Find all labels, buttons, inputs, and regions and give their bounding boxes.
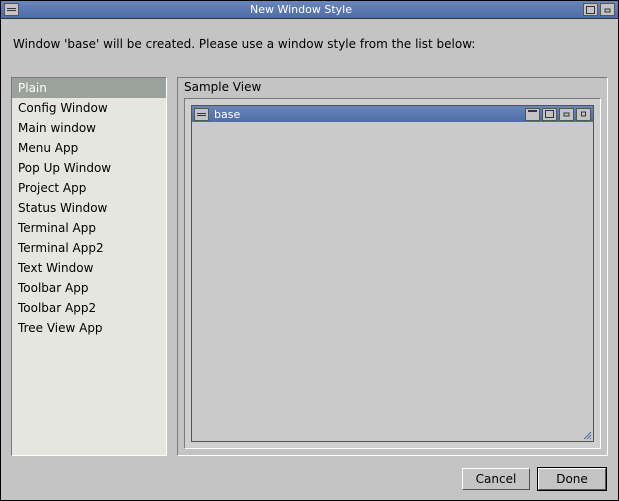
list-item[interactable]: Config Window	[12, 98, 166, 118]
done-button[interactable]: Done	[538, 468, 606, 490]
preview-close-button[interactable]	[576, 108, 591, 121]
cancel-button[interactable]: Cancel	[462, 468, 530, 490]
button-bar: Cancel Done	[11, 466, 608, 490]
list-item[interactable]: Pop Up Window	[12, 158, 166, 178]
window-title: New Window Style	[20, 3, 582, 16]
preview-maximize-button[interactable]	[542, 108, 557, 121]
list-item[interactable]: Project App	[12, 178, 166, 198]
preview-client-area	[192, 122, 593, 441]
list-item[interactable]: Main window	[12, 118, 166, 138]
maximize-button[interactable]	[583, 3, 598, 16]
list-item[interactable]: Terminal App	[12, 218, 166, 238]
list-item[interactable]: Plain	[12, 78, 166, 98]
instruction-text: Window 'base' will be created. Please us…	[11, 29, 608, 67]
list-item[interactable]: Menu App	[12, 138, 166, 158]
style-list[interactable]: PlainConfig WindowMain windowMenu AppPop…	[11, 77, 167, 456]
preview-titlebar: base	[192, 106, 593, 122]
list-item[interactable]: Toolbar App	[12, 278, 166, 298]
titlebar: New Window Style	[1, 1, 618, 19]
list-item[interactable]: Text Window	[12, 258, 166, 278]
dialog-window: New Window Style Window 'base' will be c…	[0, 0, 619, 501]
dialog-body: Window 'base' will be created. Please us…	[1, 19, 618, 500]
sample-canvas: base	[184, 98, 601, 449]
list-item[interactable]: Toolbar App2	[12, 298, 166, 318]
preview-window-menu-button[interactable]	[194, 108, 209, 121]
preview-window-title: base	[210, 108, 524, 121]
sample-view-panel: Sample View base	[177, 77, 608, 456]
window-menu-button[interactable]	[4, 3, 19, 16]
list-item[interactable]: Tree View App	[12, 318, 166, 338]
panels: PlainConfig WindowMain windowMenu AppPop…	[11, 77, 608, 456]
preview-shade-button[interactable]	[525, 108, 540, 121]
preview-minimize-button[interactable]	[559, 108, 574, 121]
list-item[interactable]: Status Window	[12, 198, 166, 218]
resize-grip-icon[interactable]	[582, 430, 592, 440]
preview-window: base	[191, 105, 594, 442]
minimize-button[interactable]	[600, 3, 615, 16]
sample-view-label: Sample View	[178, 78, 607, 96]
list-item[interactable]: Terminal App2	[12, 238, 166, 258]
